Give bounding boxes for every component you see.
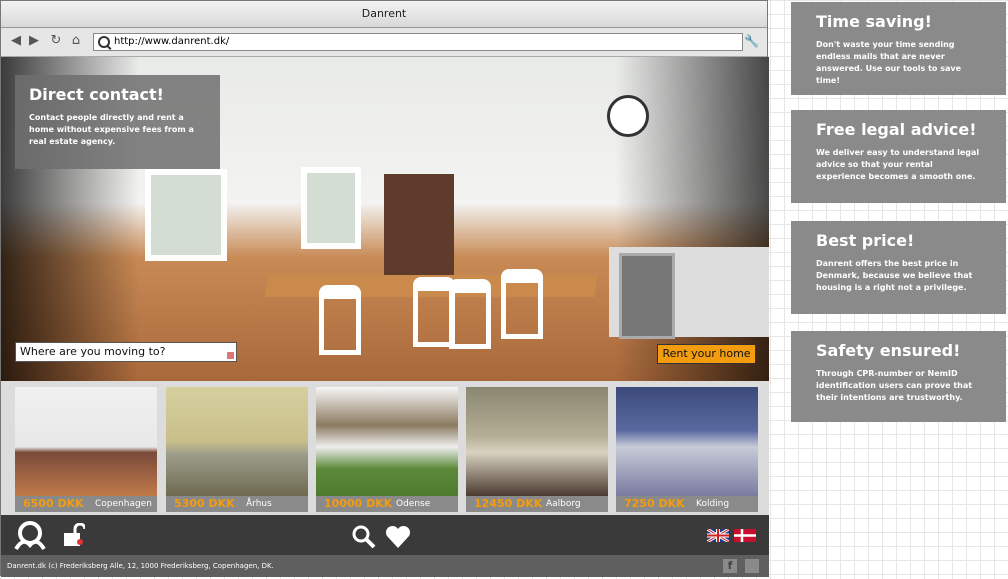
direct-contact-panel: Direct contact! Contact people directly … <box>15 75 220 169</box>
listing-bar: 6500 DKK Copenhagen <box>15 496 157 512</box>
listing-card[interactable]: 12450 DKK Aalborg <box>466 387 608 512</box>
wrench-icon[interactable]: 🔧 <box>744 34 759 48</box>
destination-search-input[interactable]: Where are you moving to? <box>15 342 237 362</box>
listing-bar: 12450 DKK Aalborg <box>466 496 608 512</box>
listing-city: Kolding <box>696 499 730 509</box>
listing-city: Copenhagen <box>95 499 152 509</box>
listing-price: 5300 DKK <box>174 497 235 510</box>
search-placeholder: Where are you moving to? <box>20 345 166 358</box>
browser-window: Danrent ◀ ▶ ↻ ⌂ http://www.danrent.dk/ 🔧… <box>0 0 769 577</box>
facebook-icon[interactable]: f <box>723 559 737 573</box>
listing-photo <box>166 387 308 496</box>
listing-photo <box>316 387 458 496</box>
hero-oven <box>619 253 675 339</box>
url-text: http://www.danrent.dk/ <box>114 36 230 47</box>
hero-window-mid <box>301 167 361 249</box>
feature-panel-time-saving: Time saving! Don't waste your time sendi… <box>791 2 1006 95</box>
search-icon[interactable] <box>352 525 376 549</box>
feature-text: Don't waste your time sending endless ma… <box>816 40 961 85</box>
listing-photo <box>466 387 608 496</box>
listing-city: Odense <box>396 499 431 509</box>
uk-flag-icon[interactable] <box>707 529 729 542</box>
listing-city: Aalborg <box>546 499 581 509</box>
heart-icon[interactable] <box>385 525 411 549</box>
hero-chair <box>501 269 543 339</box>
resize-icon <box>227 352 234 359</box>
feature-text: Through CPR-number or NemID identificati… <box>816 369 973 402</box>
danish-flag-icon[interactable] <box>734 529 756 542</box>
feature-title: Free legal advice! <box>816 120 977 139</box>
listing-photo <box>616 387 758 496</box>
feature-panel-legal-advice: Free legal advice! We deliver easy to un… <box>791 110 1006 203</box>
listing-bar: 10000 DKK Odense <box>316 496 458 512</box>
footer-text: Danrent.dk (c) Frederiksberg Alle, 12, 1… <box>7 562 274 570</box>
twitter-icon[interactable] <box>745 559 759 573</box>
feature-text: We deliver easy to understand legal advi… <box>816 148 980 181</box>
feature-title: Safety ensured! <box>816 341 961 360</box>
hero-cabinet <box>384 174 454 284</box>
feature-title: Time saving! <box>816 12 932 31</box>
rent-your-home-button[interactable]: Rent your home <box>657 344 756 364</box>
listing-price: 10000 DKK <box>324 497 393 510</box>
clock-icon <box>607 95 649 137</box>
arrow-right-icon[interactable]: ▶ <box>27 34 41 48</box>
reload-icon[interactable]: ↻ <box>49 34 63 48</box>
feature-text: Danrent offers the best price in Denmark… <box>816 259 973 292</box>
listing-photo <box>15 387 157 496</box>
listing-card[interactable]: 7250 DKK Kolding <box>616 387 758 512</box>
home-icon[interactable]: ⌂ <box>69 34 83 48</box>
search-icon <box>98 36 110 48</box>
hero-banner: Direct contact! Contact people directly … <box>1 57 769 381</box>
hero-window-left <box>145 169 227 261</box>
browser-toolbar: ◀ ▶ ↻ ⌂ http://www.danrent.dk/ 🔧 <box>1 28 767 57</box>
listing-price: 6500 DKK <box>23 497 84 510</box>
lock-icon[interactable] <box>63 523 85 547</box>
feature-title: Best price! <box>816 231 915 250</box>
panel-text: Contact people directly and rent a home … <box>29 113 194 146</box>
listing-bar: 5300 DKK Århus <box>166 496 308 512</box>
danrent-logo-icon[interactable] <box>13 519 47 551</box>
footer: Danrent.dk (c) Frederiksberg Alle, 12, 1… <box>1 555 769 577</box>
arrow-left-icon[interactable]: ◀ <box>9 34 23 48</box>
hero-chair <box>319 285 361 355</box>
listing-bar: 7250 DKK Kolding <box>616 496 758 512</box>
feature-panel-safety: Safety ensured! Through CPR-number or Ne… <box>791 331 1006 422</box>
listing-card[interactable]: 6500 DKK Copenhagen <box>15 387 157 512</box>
window-title: Danrent <box>1 1 767 28</box>
listing-city: Århus <box>246 499 272 509</box>
action-bar <box>1 515 769 555</box>
panel-title: Direct contact! <box>29 85 164 104</box>
feature-panel-best-price: Best price! Danrent offers the best pric… <box>791 221 1006 314</box>
listing-price: 7250 DKK <box>624 497 685 510</box>
listing-card[interactable]: 10000 DKK Odense <box>316 387 458 512</box>
address-bar[interactable]: http://www.danrent.dk/ <box>93 33 743 51</box>
hero-chair <box>449 279 491 349</box>
listing-price: 12450 DKK <box>474 497 543 510</box>
listings-strip: 6500 DKK Copenhagen 5300 DKK Århus 10000… <box>1 381 769 515</box>
listing-card[interactable]: 5300 DKK Århus <box>166 387 308 512</box>
